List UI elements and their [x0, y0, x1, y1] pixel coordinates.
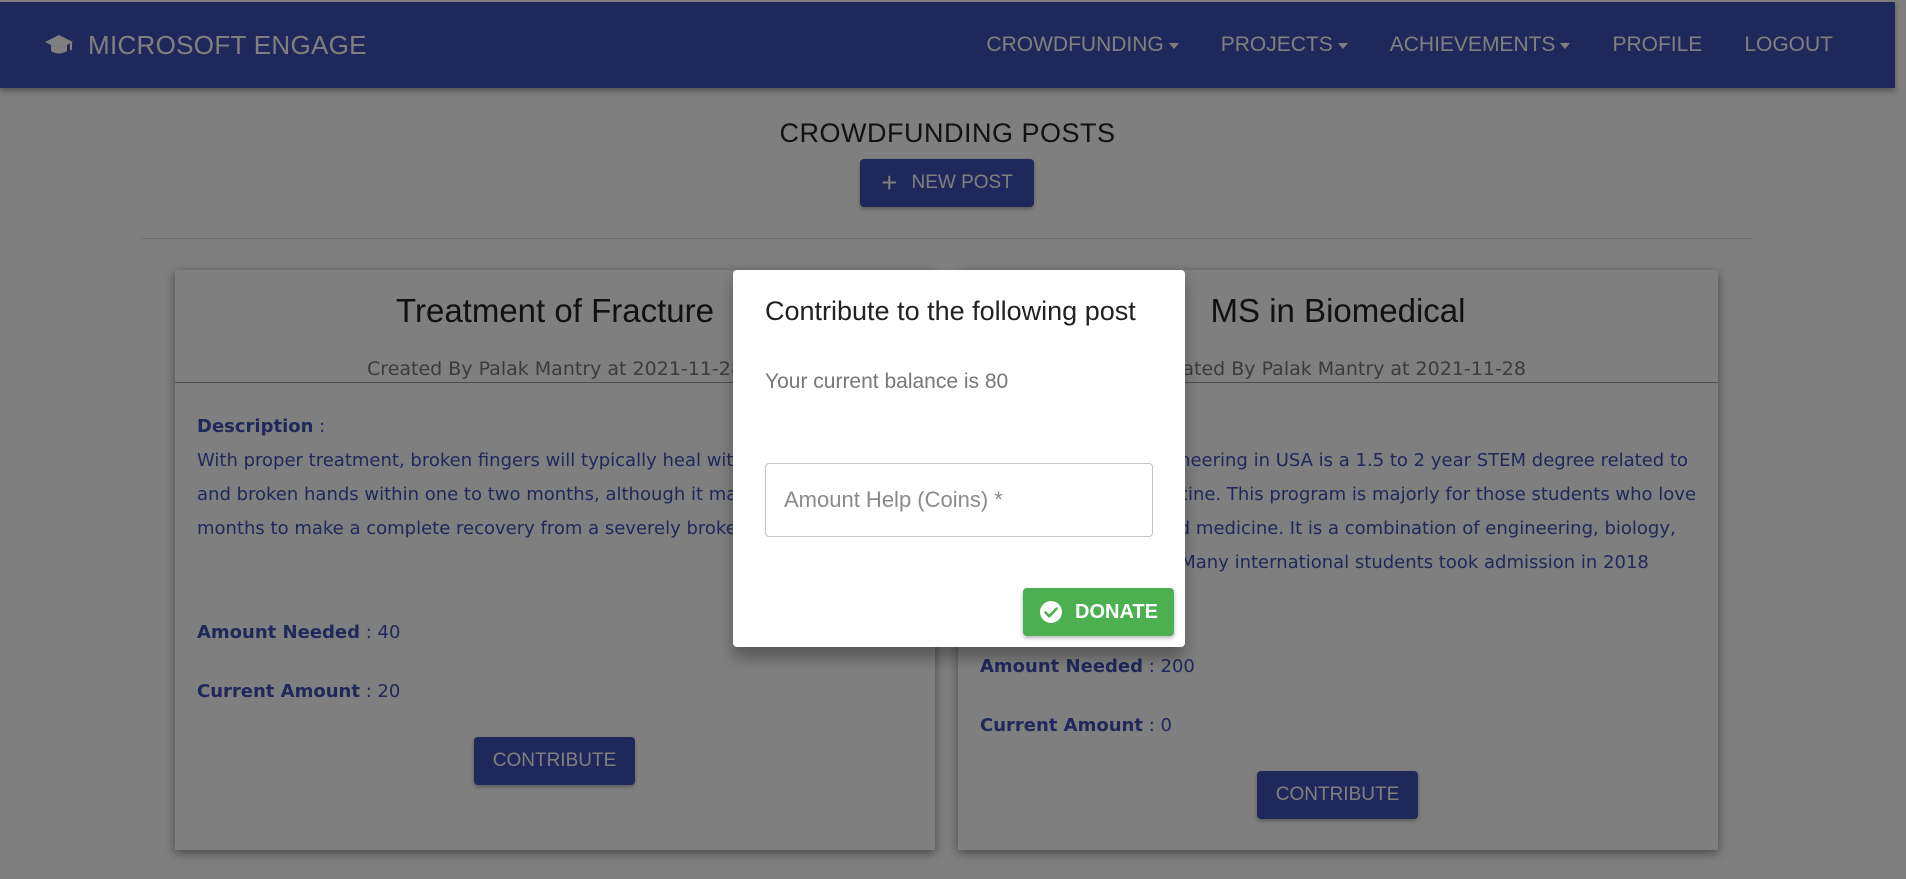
- balance-text: Your current balance is 80: [765, 370, 1009, 393]
- check-circle-icon: [1040, 601, 1063, 623]
- contribute-dialog: Contribute to the following post Your cu…: [733, 270, 1185, 647]
- donate-label: DONATE: [1075, 600, 1158, 623]
- amount-input[interactable]: [765, 463, 1153, 537]
- donate-button[interactable]: DONATE: [1023, 588, 1174, 636]
- dialog-title: Contribute to the following post: [765, 296, 1136, 326]
